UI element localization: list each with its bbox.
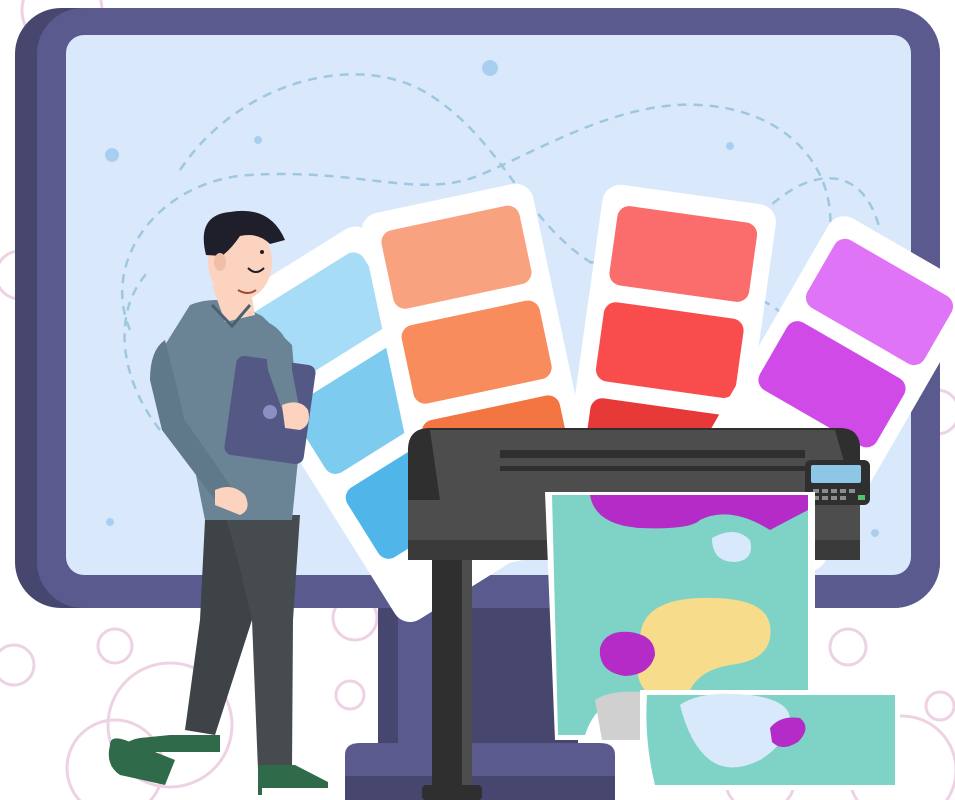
illustration-canvas xyxy=(0,0,955,800)
printer-display xyxy=(811,465,861,483)
